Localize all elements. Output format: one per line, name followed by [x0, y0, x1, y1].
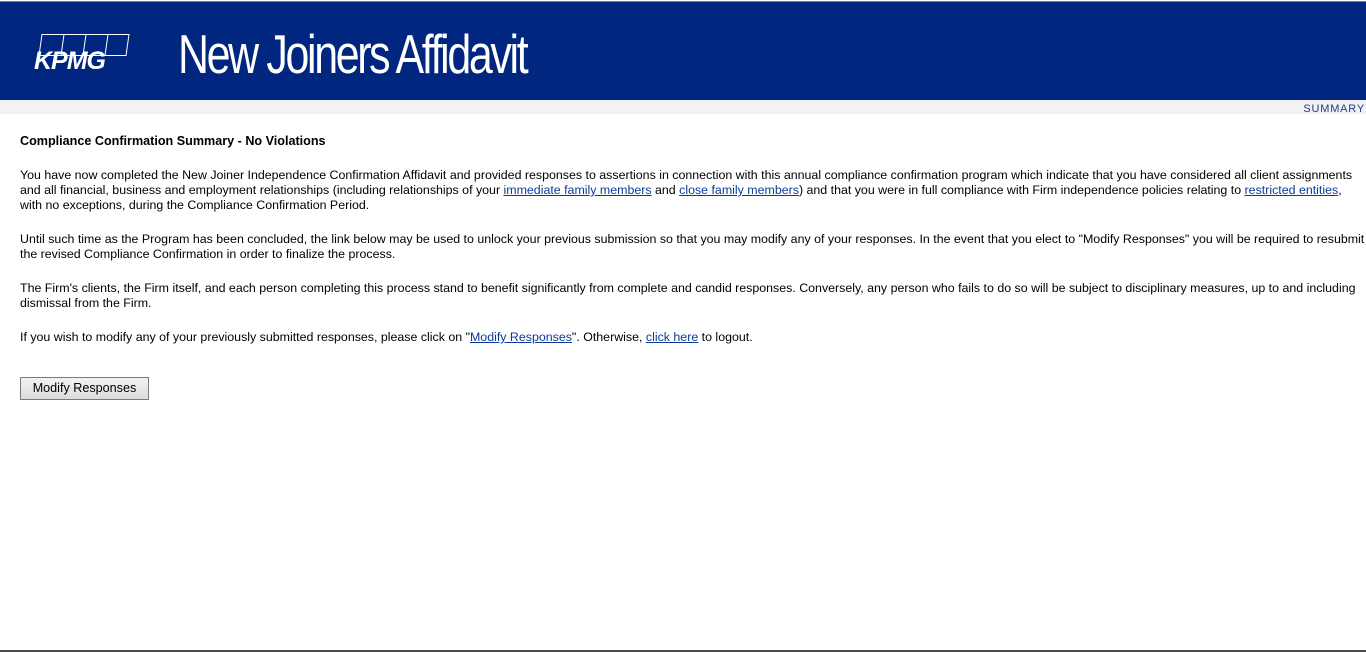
restricted-entities-link[interactable]: restricted entities	[1245, 183, 1339, 197]
header-banner: KPMG New Joiners Affidavit	[0, 1, 1366, 100]
summary-link[interactable]: SUMMARY	[1303, 103, 1365, 115]
logout-link[interactable]: click here	[646, 330, 698, 344]
kpmg-logo-text: KPMG	[34, 47, 106, 75]
kpmg-logo: KPMG	[34, 34, 130, 76]
page: KPMG New Joiners Affidavit SUMMARY Compl…	[0, 0, 1366, 652]
completion-paragraph: You have now completed the New Joiner In…	[20, 168, 1366, 213]
completion-text-3: ) and that you were in full compliance w…	[798, 183, 1245, 197]
modify-responses-link[interactable]: Modify Responses	[470, 330, 572, 344]
nav-bar	[0, 100, 1366, 114]
close-family-members-link[interactable]: close family members	[679, 183, 799, 197]
immediate-family-members-link[interactable]: immediate family members	[504, 183, 652, 197]
modify-responses-button[interactable]: Modify Responses	[20, 377, 149, 400]
unlock-paragraph: Until such time as the Program has been …	[20, 232, 1365, 261]
app-title: New Joiners Affidavit	[178, 23, 529, 85]
page-heading: Compliance Confirmation Summary - No Vio…	[20, 134, 326, 148]
main-content: Compliance Confirmation Summary - No Vio…	[20, 133, 1366, 364]
modify-text-2: ". Otherwise,	[571, 330, 646, 344]
modify-text-1: If you wish to modify any of your previo…	[20, 330, 470, 344]
logo-box	[104, 34, 130, 56]
completion-text-2: and	[651, 183, 680, 197]
modify-text-3: to logout.	[698, 330, 753, 344]
disciplinary-paragraph: The Firm's clients, the Firm itself, and…	[20, 281, 1356, 310]
modify-instructions-paragraph: If you wish to modify any of your previo…	[20, 330, 1366, 345]
